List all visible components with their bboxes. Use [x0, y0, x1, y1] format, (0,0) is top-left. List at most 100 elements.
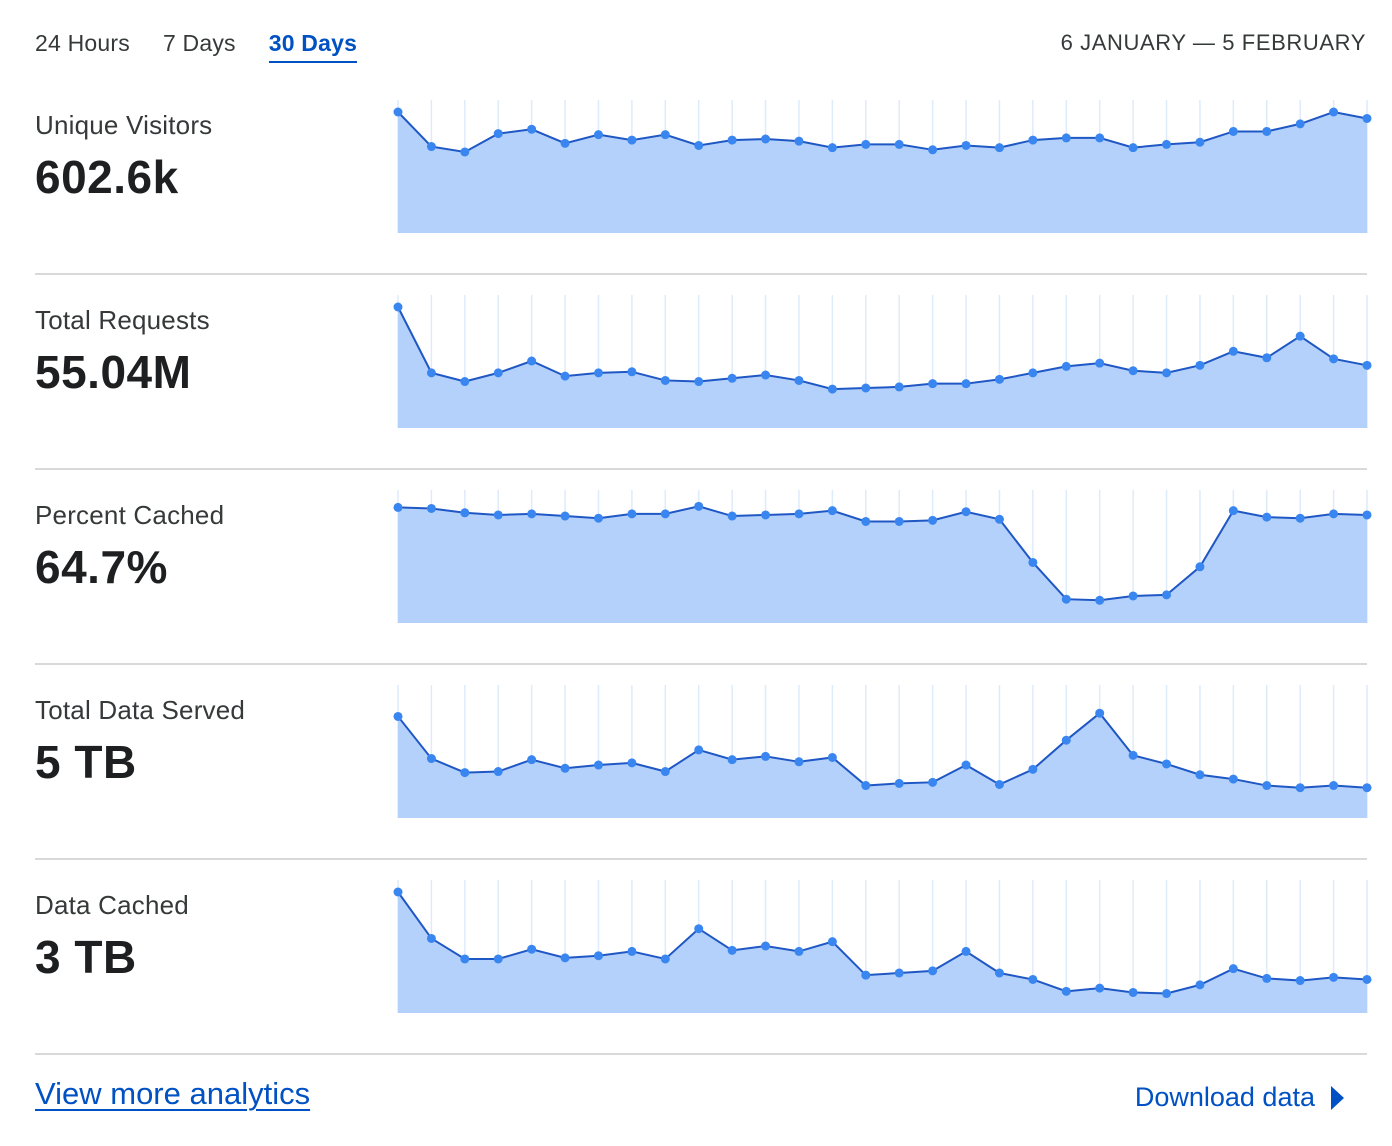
data-point: [761, 370, 771, 380]
data-point: [593, 130, 603, 140]
data-point: [660, 954, 670, 964]
data-point: [727, 945, 737, 955]
metric-value: 3 TB: [35, 931, 137, 983]
data-point: [426, 142, 436, 152]
tab-30-days[interactable]: 30 Days: [268, 30, 358, 63]
data-point: [1262, 973, 1272, 983]
data-point: [894, 968, 904, 978]
data-point: [794, 136, 804, 146]
data-point: [861, 383, 871, 393]
sparkline-chart-total-data-served: [393, 685, 1372, 818]
metric-row-percent-cached: Percent Cached 64.7%: [35, 470, 1372, 665]
data-point: [1028, 368, 1038, 378]
data-point: [1262, 126, 1272, 136]
data-point: [1362, 360, 1372, 370]
data-point: [694, 924, 704, 934]
area-fill: [398, 506, 1367, 623]
data-point: [961, 140, 971, 150]
data-point: [1329, 107, 1339, 117]
sparkline-chart-data-cached: [393, 880, 1372, 1013]
data-point: [493, 767, 503, 777]
data-point: [928, 777, 938, 787]
data-point: [827, 384, 837, 394]
area-fill: [398, 307, 1367, 428]
data-point: [460, 508, 470, 518]
data-point: [794, 375, 804, 385]
data-point: [694, 501, 704, 511]
data-point: [694, 377, 704, 387]
data-point: [593, 368, 603, 378]
data-point: [894, 516, 904, 526]
data-point: [527, 944, 537, 954]
data-point: [1028, 974, 1038, 984]
data-point: [1028, 557, 1038, 567]
metric-value: 64.7%: [35, 541, 168, 593]
row-divider: [35, 1053, 1367, 1055]
data-point: [593, 760, 603, 770]
data-point: [994, 779, 1004, 789]
data-point: [560, 763, 570, 773]
data-point: [994, 514, 1004, 524]
data-point: [1295, 119, 1305, 129]
download-data-button[interactable]: Download data: [1135, 1082, 1344, 1113]
time-range-tabs: 24 Hours 7 Days 30 Days: [35, 30, 358, 63]
data-point: [426, 503, 436, 513]
data-point: [1362, 113, 1372, 123]
data-point: [560, 138, 570, 148]
data-point: [1095, 983, 1105, 993]
data-point: [493, 368, 503, 378]
data-point: [460, 768, 470, 778]
caret-right-icon: [1331, 1085, 1344, 1110]
data-point: [827, 752, 837, 762]
data-point: [1262, 512, 1272, 522]
data-point: [493, 954, 503, 964]
data-point: [1295, 783, 1305, 793]
metric-value: 602.6k: [35, 151, 179, 203]
data-point: [1061, 986, 1071, 996]
sparkline-chart-percent-cached: [393, 490, 1372, 623]
data-point: [527, 755, 537, 765]
data-point: [1162, 590, 1172, 600]
data-point: [727, 755, 737, 765]
data-point: [560, 511, 570, 521]
data-point: [593, 513, 603, 523]
data-point: [928, 379, 938, 389]
data-point: [1228, 346, 1238, 356]
metric-label: Total Requests: [35, 305, 210, 335]
data-point: [1128, 366, 1138, 376]
data-point: [493, 510, 503, 520]
metric-row-total-requests: Total Requests 55.04M: [35, 275, 1372, 470]
data-point: [426, 933, 436, 943]
data-point: [727, 135, 737, 145]
data-point: [861, 781, 871, 791]
data-point: [1162, 368, 1172, 378]
data-point: [1195, 980, 1205, 990]
data-point: [794, 757, 804, 767]
sparkline-chart-unique-visitors: [393, 100, 1372, 233]
data-point: [1262, 781, 1272, 791]
data-point: [1061, 361, 1071, 371]
data-point: [894, 778, 904, 788]
data-point: [1095, 358, 1105, 368]
data-point: [1329, 781, 1339, 791]
data-point: [393, 711, 403, 721]
data-point: [1329, 509, 1339, 519]
data-point: [627, 946, 637, 956]
data-point: [1095, 708, 1105, 718]
data-point: [1128, 143, 1138, 153]
data-point: [1061, 594, 1071, 604]
tab-7-days[interactable]: 7 Days: [163, 30, 236, 63]
data-point: [827, 143, 837, 153]
metric-label: Percent Cached: [35, 500, 225, 530]
data-point: [627, 367, 637, 377]
view-more-analytics-link[interactable]: View more analytics: [35, 1076, 310, 1112]
data-point: [393, 302, 403, 312]
data-point: [393, 107, 403, 117]
tab-24-hours[interactable]: 24 Hours: [35, 30, 130, 63]
data-point: [1362, 974, 1372, 984]
data-point: [961, 760, 971, 770]
data-point: [393, 502, 403, 512]
date-range-label: 6 JANUARY — 5 FEBRUARY: [1060, 30, 1366, 55]
data-point: [1162, 139, 1172, 149]
data-point: [527, 124, 537, 134]
